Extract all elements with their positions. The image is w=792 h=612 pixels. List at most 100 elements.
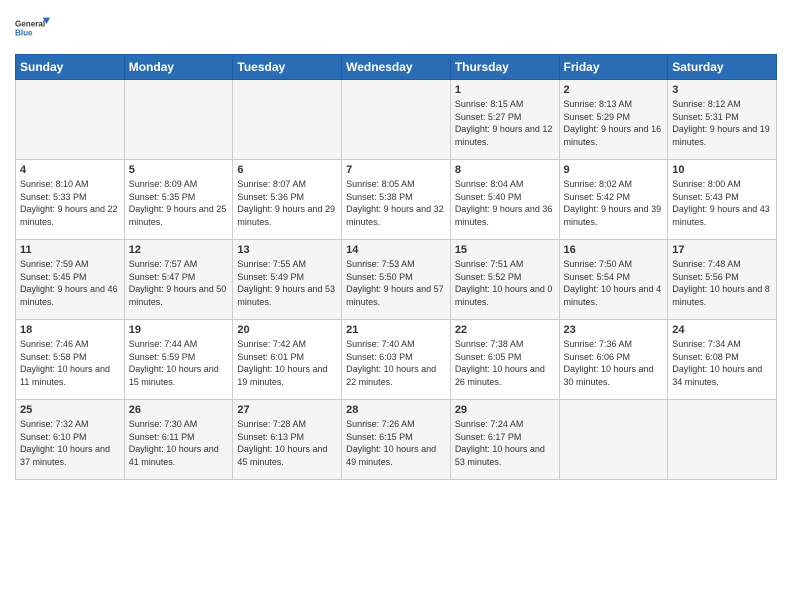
- calendar-day-cell: 22 Sunrise: 7:38 AMSunset: 6:05 PMDaylig…: [450, 320, 559, 400]
- calendar-header-cell: Monday: [124, 55, 233, 80]
- calendar-week-row: 11 Sunrise: 7:59 AMSunset: 5:45 PMDaylig…: [16, 240, 777, 320]
- day-number: 22: [455, 324, 555, 336]
- day-number: 2: [564, 84, 664, 96]
- calendar-header-cell: Saturday: [668, 55, 777, 80]
- calendar-header-cell: Wednesday: [342, 55, 451, 80]
- day-info: Sunrise: 8:05 AMSunset: 5:38 PMDaylight:…: [346, 178, 446, 228]
- day-number: 10: [672, 164, 772, 176]
- day-number: 23: [564, 324, 664, 336]
- day-number: 25: [20, 404, 120, 416]
- calendar-day-cell: [16, 80, 125, 160]
- day-number: 21: [346, 324, 446, 336]
- calendar-day-cell: 6 Sunrise: 8:07 AMSunset: 5:36 PMDayligh…: [233, 160, 342, 240]
- calendar-day-cell: 28 Sunrise: 7:26 AMSunset: 6:15 PMDaylig…: [342, 400, 451, 480]
- day-info: Sunrise: 7:51 AMSunset: 5:52 PMDaylight:…: [455, 258, 555, 308]
- day-info: Sunrise: 7:40 AMSunset: 6:03 PMDaylight:…: [346, 338, 446, 388]
- calendar-week-row: 25 Sunrise: 7:32 AMSunset: 6:10 PMDaylig…: [16, 400, 777, 480]
- day-info: Sunrise: 7:32 AMSunset: 6:10 PMDaylight:…: [20, 418, 120, 468]
- calendar-day-cell: [124, 80, 233, 160]
- calendar-week-row: 18 Sunrise: 7:46 AMSunset: 5:58 PMDaylig…: [16, 320, 777, 400]
- calendar-day-cell: 2 Sunrise: 8:13 AMSunset: 5:29 PMDayligh…: [559, 80, 668, 160]
- day-info: Sunrise: 7:44 AMSunset: 5:59 PMDaylight:…: [129, 338, 229, 388]
- calendar-day-cell: 12 Sunrise: 7:57 AMSunset: 5:47 PMDaylig…: [124, 240, 233, 320]
- day-number: 24: [672, 324, 772, 336]
- calendar-day-cell: 21 Sunrise: 7:40 AMSunset: 6:03 PMDaylig…: [342, 320, 451, 400]
- day-number: 11: [20, 244, 120, 256]
- day-number: 28: [346, 404, 446, 416]
- day-number: 18: [20, 324, 120, 336]
- calendar-day-cell: 8 Sunrise: 8:04 AMSunset: 5:40 PMDayligh…: [450, 160, 559, 240]
- day-number: 20: [237, 324, 337, 336]
- calendar-day-cell: [342, 80, 451, 160]
- day-info: Sunrise: 8:09 AMSunset: 5:35 PMDaylight:…: [129, 178, 229, 228]
- day-info: Sunrise: 7:50 AMSunset: 5:54 PMDaylight:…: [564, 258, 664, 308]
- day-info: Sunrise: 8:13 AMSunset: 5:29 PMDaylight:…: [564, 98, 664, 148]
- calendar-day-cell: 14 Sunrise: 7:53 AMSunset: 5:50 PMDaylig…: [342, 240, 451, 320]
- day-number: 17: [672, 244, 772, 256]
- calendar-day-cell: 24 Sunrise: 7:34 AMSunset: 6:08 PMDaylig…: [668, 320, 777, 400]
- logo-svg: General Blue: [15, 10, 51, 46]
- page-container: General Blue SundayMondayTuesdayWednesda…: [0, 0, 792, 490]
- day-number: 13: [237, 244, 337, 256]
- day-info: Sunrise: 8:07 AMSunset: 5:36 PMDaylight:…: [237, 178, 337, 228]
- calendar-day-cell: 7 Sunrise: 8:05 AMSunset: 5:38 PMDayligh…: [342, 160, 451, 240]
- day-number: 14: [346, 244, 446, 256]
- day-number: 4: [20, 164, 120, 176]
- day-info: Sunrise: 7:38 AMSunset: 6:05 PMDaylight:…: [455, 338, 555, 388]
- day-info: Sunrise: 8:02 AMSunset: 5:42 PMDaylight:…: [564, 178, 664, 228]
- calendar-day-cell: 10 Sunrise: 8:00 AMSunset: 5:43 PMDaylig…: [668, 160, 777, 240]
- day-info: Sunrise: 7:42 AMSunset: 6:01 PMDaylight:…: [237, 338, 337, 388]
- day-number: 8: [455, 164, 555, 176]
- calendar-day-cell: 5 Sunrise: 8:09 AMSunset: 5:35 PMDayligh…: [124, 160, 233, 240]
- day-info: Sunrise: 7:48 AMSunset: 5:56 PMDaylight:…: [672, 258, 772, 308]
- calendar-day-cell: 26 Sunrise: 7:30 AMSunset: 6:11 PMDaylig…: [124, 400, 233, 480]
- svg-text:General: General: [15, 20, 45, 29]
- calendar-day-cell: 1 Sunrise: 8:15 AMSunset: 5:27 PMDayligh…: [450, 80, 559, 160]
- day-info: Sunrise: 8:15 AMSunset: 5:27 PMDaylight:…: [455, 98, 555, 148]
- day-info: Sunrise: 8:12 AMSunset: 5:31 PMDaylight:…: [672, 98, 772, 148]
- day-number: 6: [237, 164, 337, 176]
- day-info: Sunrise: 8:04 AMSunset: 5:40 PMDaylight:…: [455, 178, 555, 228]
- calendar-table: SundayMondayTuesdayWednesdayThursdayFrid…: [15, 54, 777, 480]
- calendar-day-cell: 29 Sunrise: 7:24 AMSunset: 6:17 PMDaylig…: [450, 400, 559, 480]
- calendar-day-cell: [559, 400, 668, 480]
- day-number: 12: [129, 244, 229, 256]
- day-info: Sunrise: 8:10 AMSunset: 5:33 PMDaylight:…: [20, 178, 120, 228]
- calendar-day-cell: 25 Sunrise: 7:32 AMSunset: 6:10 PMDaylig…: [16, 400, 125, 480]
- calendar-week-row: 1 Sunrise: 8:15 AMSunset: 5:27 PMDayligh…: [16, 80, 777, 160]
- day-number: 9: [564, 164, 664, 176]
- day-number: 27: [237, 404, 337, 416]
- calendar-day-cell: 3 Sunrise: 8:12 AMSunset: 5:31 PMDayligh…: [668, 80, 777, 160]
- svg-text:Blue: Blue: [15, 29, 33, 38]
- calendar-day-cell: 20 Sunrise: 7:42 AMSunset: 6:01 PMDaylig…: [233, 320, 342, 400]
- day-info: Sunrise: 7:57 AMSunset: 5:47 PMDaylight:…: [129, 258, 229, 308]
- day-number: 15: [455, 244, 555, 256]
- day-info: Sunrise: 7:34 AMSunset: 6:08 PMDaylight:…: [672, 338, 772, 388]
- calendar-header-cell: Friday: [559, 55, 668, 80]
- day-number: 7: [346, 164, 446, 176]
- calendar-header-cell: Sunday: [16, 55, 125, 80]
- day-info: Sunrise: 7:36 AMSunset: 6:06 PMDaylight:…: [564, 338, 664, 388]
- calendar-header-cell: Tuesday: [233, 55, 342, 80]
- day-number: 26: [129, 404, 229, 416]
- calendar-day-cell: 15 Sunrise: 7:51 AMSunset: 5:52 PMDaylig…: [450, 240, 559, 320]
- day-number: 3: [672, 84, 772, 96]
- day-number: 1: [455, 84, 555, 96]
- calendar-day-cell: 13 Sunrise: 7:55 AMSunset: 5:49 PMDaylig…: [233, 240, 342, 320]
- logo: General Blue: [15, 10, 51, 46]
- calendar-day-cell: 4 Sunrise: 8:10 AMSunset: 5:33 PMDayligh…: [16, 160, 125, 240]
- calendar-day-cell: 19 Sunrise: 7:44 AMSunset: 5:59 PMDaylig…: [124, 320, 233, 400]
- calendar-header-row: SundayMondayTuesdayWednesdayThursdayFrid…: [16, 55, 777, 80]
- day-info: Sunrise: 7:24 AMSunset: 6:17 PMDaylight:…: [455, 418, 555, 468]
- calendar-body: 1 Sunrise: 8:15 AMSunset: 5:27 PMDayligh…: [16, 80, 777, 480]
- header-area: General Blue: [15, 10, 777, 46]
- day-info: Sunrise: 8:00 AMSunset: 5:43 PMDaylight:…: [672, 178, 772, 228]
- calendar-week-row: 4 Sunrise: 8:10 AMSunset: 5:33 PMDayligh…: [16, 160, 777, 240]
- day-info: Sunrise: 7:59 AMSunset: 5:45 PMDaylight:…: [20, 258, 120, 308]
- day-info: Sunrise: 7:30 AMSunset: 6:11 PMDaylight:…: [129, 418, 229, 468]
- day-info: Sunrise: 7:55 AMSunset: 5:49 PMDaylight:…: [237, 258, 337, 308]
- calendar-day-cell: [668, 400, 777, 480]
- day-number: 5: [129, 164, 229, 176]
- day-number: 29: [455, 404, 555, 416]
- day-info: Sunrise: 7:53 AMSunset: 5:50 PMDaylight:…: [346, 258, 446, 308]
